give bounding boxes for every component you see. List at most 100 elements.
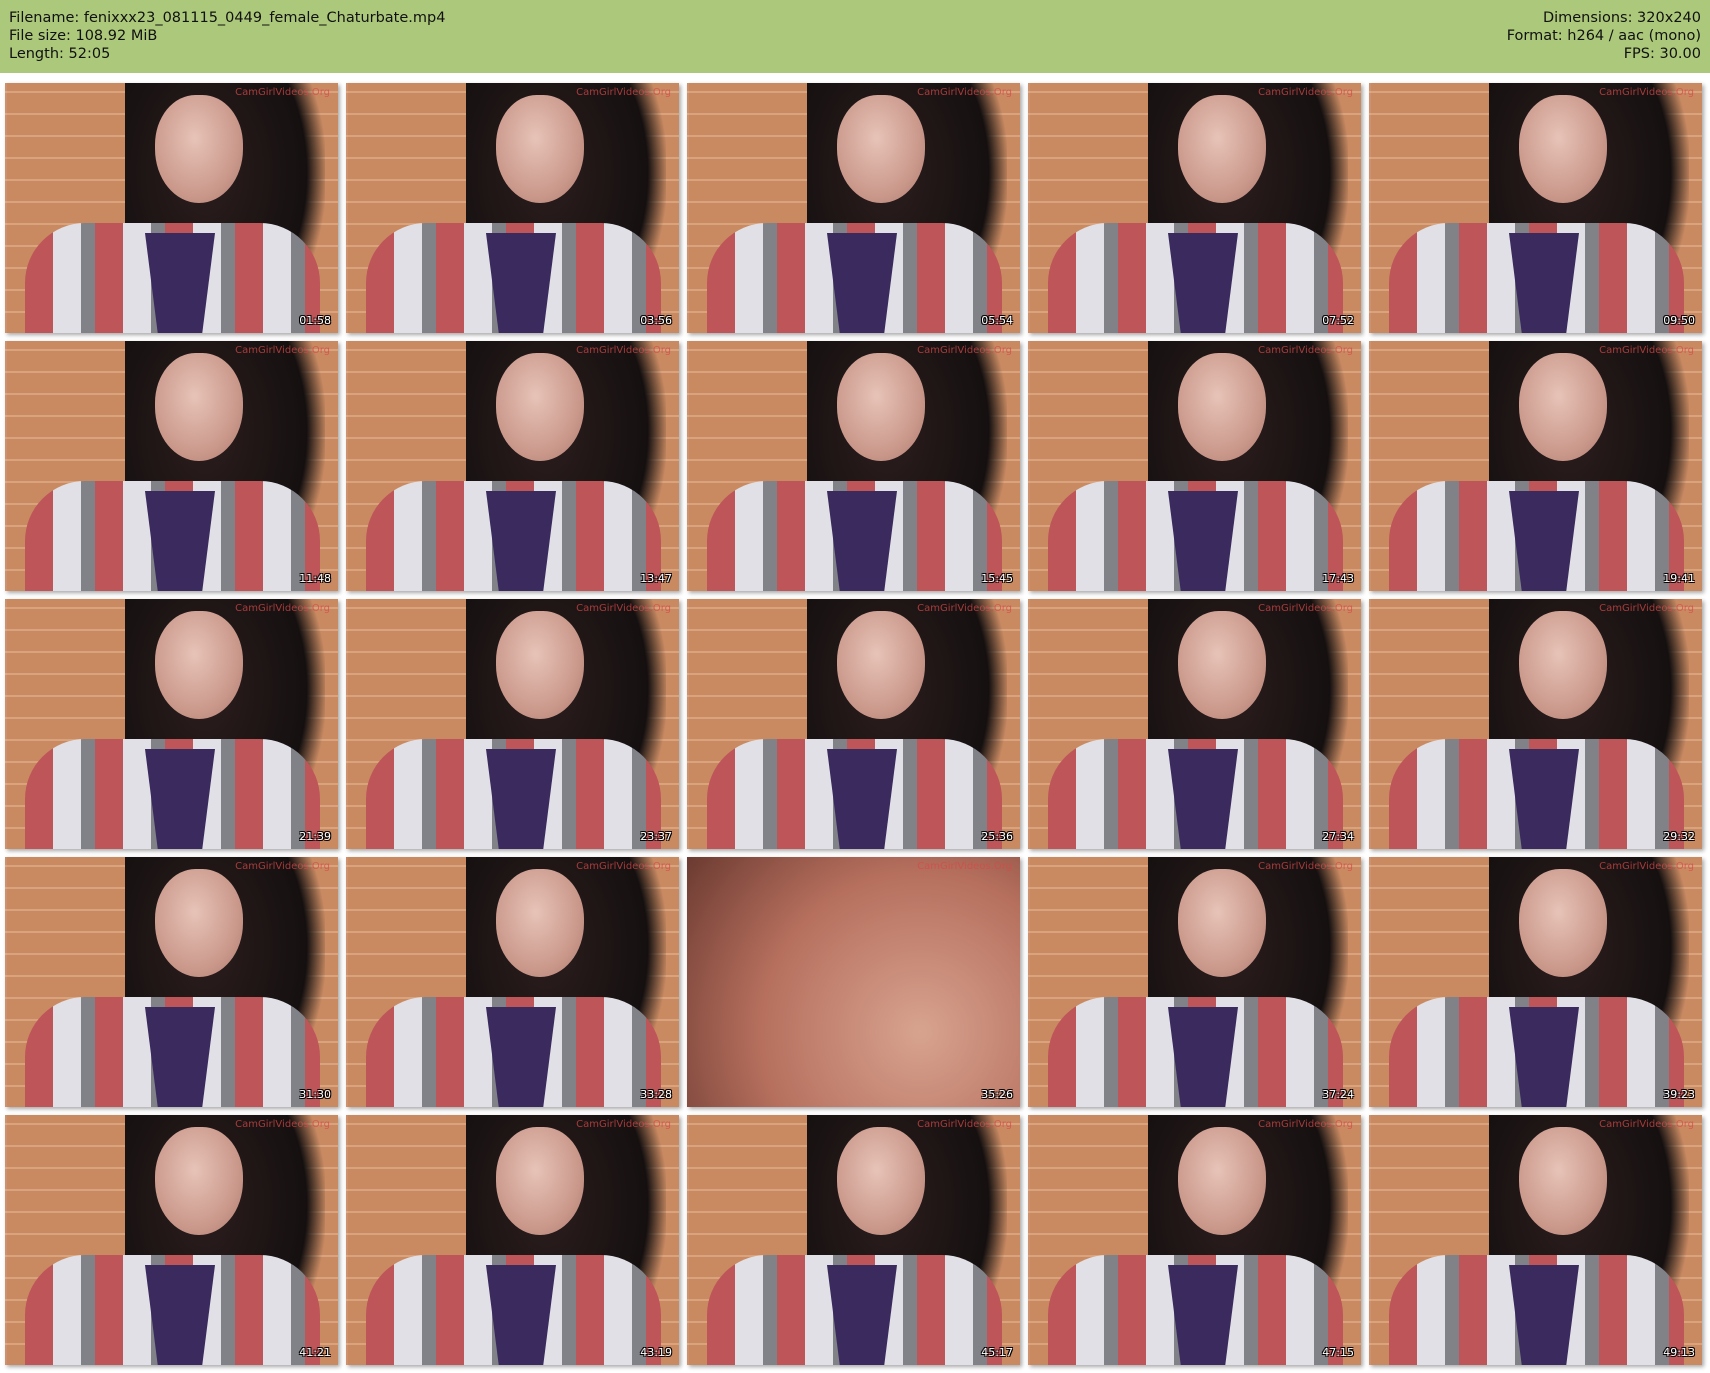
video-thumbnail: CamGirlVideos.Org 49:13 (1369, 1115, 1702, 1365)
thumbnail-face (837, 611, 925, 719)
watermark-text: CamGirlVideos.Org (235, 1119, 330, 1130)
thumbnail-timestamp: 05:54 (981, 314, 1013, 327)
thumbnail-timestamp: 43:19 (640, 1346, 672, 1359)
dimensions-text: Dimensions: 320x240 (1542, 10, 1701, 26)
video-thumbnail: CamGirlVideos.Org 45:17 (687, 1115, 1020, 1365)
watermark-text: CamGirlVideos.Org (576, 345, 671, 356)
thumbnail-face (155, 869, 243, 977)
watermark-text: CamGirlVideos.Org (576, 861, 671, 872)
video-thumbnail: CamGirlVideos.Org 17:43 (1028, 341, 1361, 591)
video-thumbnail: CamGirlVideos.Org 37:24 (1028, 857, 1361, 1107)
video-thumbnail: CamGirlVideos.Org 13:47 (346, 341, 679, 591)
thumbnail-face (1178, 611, 1266, 719)
watermark-text: CamGirlVideos.Org (235, 345, 330, 356)
thumbnail-face (496, 611, 584, 719)
thumbnail-face (155, 353, 243, 461)
watermark-text: CamGirlVideos.Org (1258, 861, 1353, 872)
thumbnail-timestamp: 29:32 (1663, 830, 1695, 843)
thumbnail-face (1519, 95, 1607, 203)
thumbnail-face (155, 611, 243, 719)
watermark-text: CamGirlVideos.Org (576, 87, 671, 98)
watermark-text: CamGirlVideos.Org (917, 87, 1012, 98)
watermark-text: CamGirlVideos.Org (235, 87, 330, 98)
thumbnail-face (837, 1127, 925, 1235)
video-thumbnail: CamGirlVideos.Org 01:58 (5, 83, 338, 333)
video-thumbnail: CamGirlVideos.Org 47:15 (1028, 1115, 1361, 1365)
video-thumbnail: CamGirlVideos.Org 23:37 (346, 599, 679, 849)
watermark-text: CamGirlVideos.Org (576, 603, 671, 614)
watermark-text: CamGirlVideos.Org (1258, 87, 1353, 98)
thumbnail-face (1178, 353, 1266, 461)
thumbnail-timestamp: 11:48 (299, 572, 331, 585)
thumbnail-timestamp: 47:15 (1322, 1346, 1354, 1359)
watermark-text: CamGirlVideos.Org (576, 1119, 671, 1130)
thumbnail-timestamp: 33:28 (640, 1088, 672, 1101)
watermark-text: CamGirlVideos.Org (1599, 861, 1694, 872)
thumbnail-timestamp: 49:13 (1663, 1346, 1695, 1359)
info-right: Dimensions: 320x240 Format: h264 / aac (… (1507, 9, 1701, 63)
video-thumbnail: CamGirlVideos.Org 25:36 (687, 599, 1020, 849)
thumbnail-timestamp: 35:26 (981, 1088, 1013, 1101)
video-thumbnail: CamGirlVideos.Org 11:48 (5, 341, 338, 591)
watermark-text: CamGirlVideos.Org (1258, 1119, 1353, 1130)
video-thumbnail: CamGirlVideos.Org 03:56 (346, 83, 679, 333)
thumbnail-face (837, 95, 925, 203)
thumbnail-timestamp: 09:50 (1663, 314, 1695, 327)
watermark-text: CamGirlVideos.Org (917, 861, 1012, 872)
thumbnail-grid: CamGirlVideos.Org 01:58 CamGirlVideos.Org 0… (5, 83, 1702, 1365)
thumbnail-face (837, 353, 925, 461)
video-thumbnail: CamGirlVideos.Org 41:21 (5, 1115, 338, 1365)
thumbnail-timestamp: 41:21 (299, 1346, 331, 1359)
thumbnail-face (1178, 1127, 1266, 1235)
thumbnail-timestamp: 45:17 (981, 1346, 1013, 1359)
video-thumbnail: CamGirlVideos.Org 29:32 (1369, 599, 1702, 849)
thumbnail-timestamp: 13:47 (640, 572, 672, 585)
thumbnail-timestamp: 03:56 (640, 314, 672, 327)
watermark-text: CamGirlVideos.Org (235, 603, 330, 614)
thumbnail-face (496, 1127, 584, 1235)
fps-text: FPS: 30.00 (1623, 46, 1701, 62)
thumbnail-timestamp: 21:39 (299, 830, 331, 843)
thumbnail-timestamp: 15:45 (981, 572, 1013, 585)
thumbnail-face (1519, 611, 1607, 719)
thumbnail-face (155, 95, 243, 203)
thumbnail-timestamp: 27:34 (1322, 830, 1354, 843)
watermark-text: CamGirlVideos.Org (917, 603, 1012, 614)
thumbnail-timestamp: 01:58 (299, 314, 331, 327)
video-thumbnail: CamGirlVideos.Org 07:52 (1028, 83, 1361, 333)
thumbnail-face (1519, 353, 1607, 461)
thumbnail-face (155, 1127, 243, 1235)
watermark-text: CamGirlVideos.Org (1258, 603, 1353, 614)
thumbnail-face (1519, 869, 1607, 977)
thumbnail-face (496, 869, 584, 977)
thumbnail-face (496, 353, 584, 461)
watermark-text: CamGirlVideos.Org (1599, 345, 1694, 356)
video-thumbnail: CamGirlVideos.Org 33:28 (346, 857, 679, 1107)
watermark-text: CamGirlVideos.Org (917, 1119, 1012, 1130)
filesize-text: File size: 108.92 MiB (9, 28, 158, 44)
thumbnail-timestamp: 39:23 (1663, 1088, 1695, 1101)
watermark-text: CamGirlVideos.Org (1599, 87, 1694, 98)
thumbnail-face (1178, 869, 1266, 977)
video-thumbnail: CamGirlVideos.Org 43:19 (346, 1115, 679, 1365)
thumbnail-face (1178, 95, 1266, 203)
video-thumbnail: CamGirlVideos.Org 27:34 (1028, 599, 1361, 849)
video-thumbnail: CamGirlVideos.Org 21:39 (5, 599, 338, 849)
watermark-text: CamGirlVideos.Org (235, 861, 330, 872)
thumbnail-timestamp: 31:30 (299, 1088, 331, 1101)
video-thumbnail: CamGirlVideos.Org 05:54 (687, 83, 1020, 333)
watermark-text: CamGirlVideos.Org (917, 345, 1012, 356)
thumbnail-timestamp: 07:52 (1322, 314, 1354, 327)
info-left: Filename: fenixxx23_081115_0449_female_C… (9, 9, 445, 63)
format-text: Format: h264 / aac (mono) (1506, 28, 1701, 44)
info-header: Filename: fenixxx23_081115_0449_female_C… (0, 0, 1710, 73)
video-thumbnail: CamGirlVideos.Org 35:26 (687, 857, 1020, 1107)
thumbnail-timestamp: 25:36 (981, 830, 1013, 843)
length-text: Length: 52:05 (9, 46, 111, 62)
thumbnail-timestamp: 19:41 (1663, 572, 1695, 585)
thumbnail-timestamp: 37:24 (1322, 1088, 1354, 1101)
watermark-text: CamGirlVideos.Org (1599, 603, 1694, 614)
video-thumbnail: CamGirlVideos.Org 31:30 (5, 857, 338, 1107)
video-thumbnail: CamGirlVideos.Org 09:50 (1369, 83, 1702, 333)
video-thumbnail: CamGirlVideos.Org 19:41 (1369, 341, 1702, 591)
